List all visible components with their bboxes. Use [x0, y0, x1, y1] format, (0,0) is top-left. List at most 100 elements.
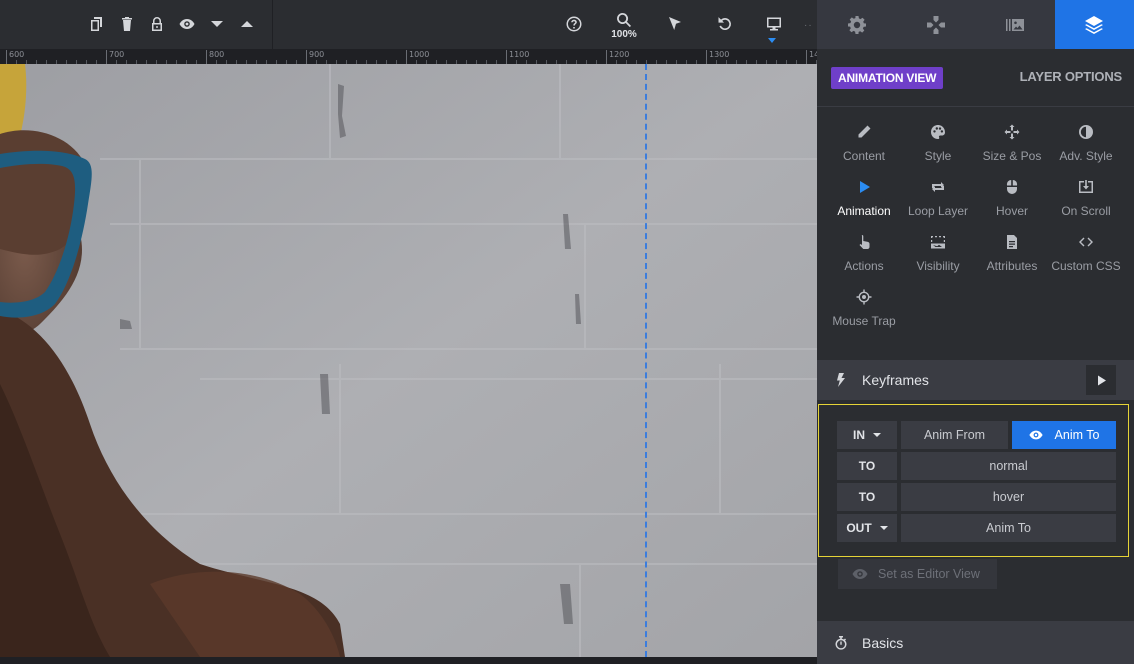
copy-icon[interactable] — [85, 12, 109, 36]
menu-item-loop-layer[interactable]: Loop Layer — [901, 175, 975, 230]
menu-item-label: Animation — [837, 204, 891, 218]
tab-layers[interactable] — [1054, 0, 1134, 49]
mouse-icon — [1006, 179, 1018, 194]
keyframe-type-label: TO — [858, 459, 876, 473]
zoom-level: 100% — [611, 29, 637, 40]
keyframe-type-out-dropdown[interactable]: OUT — [837, 514, 897, 542]
menu-item-on-scroll[interactable]: On Scroll — [1049, 175, 1123, 230]
set-as-editor-view-button[interactable]: Set as Editor View — [838, 559, 997, 589]
menu-item-actions[interactable]: Actions — [827, 230, 901, 285]
palette-icon — [931, 125, 945, 139]
caret-down-icon[interactable] — [205, 12, 229, 36]
top-toolbar: 100% ·· — [0, 0, 817, 49]
pencil-icon — [858, 125, 871, 139]
keyframe-row-in: IN Anim From Anim To — [837, 421, 1116, 449]
keyframes-title: Keyframes — [862, 372, 929, 388]
scroll-download-icon — [1079, 180, 1093, 193]
menu-item-label: Size & Pos — [982, 149, 1042, 163]
ruler-label: 700 — [109, 50, 125, 59]
help-icon[interactable] — [562, 12, 586, 36]
visibility-icon — [931, 236, 945, 249]
desktop-icon[interactable] — [762, 12, 786, 36]
layer-options-title: LAYER OPTIONS — [1019, 69, 1123, 84]
menu-item-custom-css[interactable]: Custom CSS — [1049, 230, 1123, 285]
tab-navigation[interactable] — [896, 0, 976, 49]
undo-icon[interactable] — [713, 12, 737, 36]
menu-item-label: Adv. Style — [1059, 149, 1113, 163]
active-device-indicator — [768, 38, 776, 43]
ruler-major-tick — [806, 50, 807, 64]
canvas-bottom-bar — [0, 657, 817, 664]
keyframe-cell-label: Anim To — [986, 521, 1031, 535]
keyframe-anim-from[interactable]: Anim From — [901, 421, 1008, 449]
menu-item-label: Visibility — [916, 259, 960, 273]
keyframe-type-in-dropdown[interactable]: IN — [837, 421, 897, 449]
keyframe-normal[interactable]: normal — [901, 452, 1116, 480]
menu-item-size-pos[interactable]: Size & Pos — [975, 120, 1049, 175]
horizontal-ruler: 600 700 800 900 1000 1100 1200 1300 14 — [0, 49, 817, 64]
settings-panel: ANIMATION VIEW LAYER OPTIONS Content Sty… — [817, 0, 1134, 664]
menu-item-animation[interactable]: Animation — [827, 175, 901, 230]
play-keyframes-button[interactable] — [1086, 365, 1116, 395]
ruler-major-tick — [206, 50, 207, 64]
ruler-major-tick — [106, 50, 107, 64]
ruler-major-tick — [306, 50, 307, 64]
ruler-label: 800 — [209, 50, 225, 59]
visibility-icon[interactable] — [175, 12, 199, 36]
menu-item-content[interactable]: Content — [827, 120, 901, 175]
ruler-major-tick — [706, 50, 707, 64]
keyframe-type-label: TO — [858, 490, 876, 504]
more-dots-icon: ·· — [804, 20, 813, 31]
stopwatch-icon — [835, 635, 847, 650]
eye-icon — [852, 569, 868, 579]
ruler-label: 1300 — [709, 50, 730, 59]
guide-line[interactable] — [645, 64, 647, 657]
menu-item-attributes[interactable]: Attributes — [975, 230, 1049, 285]
view-header: ANIMATION VIEW LAYER OPTIONS — [817, 49, 1134, 107]
eye-icon — [1028, 430, 1043, 440]
ruler-label: 1200 — [609, 50, 630, 59]
ruler-major-tick — [506, 50, 507, 64]
keyframe-out-anim-to[interactable]: Anim To — [901, 514, 1116, 542]
tab-media-library[interactable] — [975, 0, 1055, 49]
keyframe-hover[interactable]: hover — [901, 483, 1116, 511]
ruler-label: 1000 — [409, 50, 430, 59]
chevron-down-icon — [873, 433, 881, 437]
basics-section-header[interactable]: Basics — [817, 621, 1134, 664]
menu-item-adv-style[interactable]: Adv. Style — [1049, 120, 1123, 175]
keyframe-type-to[interactable]: TO — [837, 483, 897, 511]
keyframe-row-hover: TO hover — [837, 483, 1116, 511]
menu-item-label: Actions — [844, 259, 884, 273]
menu-item-label: Mouse Trap — [832, 314, 896, 328]
code-icon — [1079, 237, 1093, 247]
menu-item-label: On Scroll — [1061, 204, 1111, 218]
lock-icon[interactable] — [145, 12, 169, 36]
ruler-major-tick — [606, 50, 607, 64]
menu-item-mouse-trap[interactable]: Mouse Trap — [827, 285, 901, 340]
delete-icon[interactable] — [115, 12, 139, 36]
ruler-label: 600 — [9, 50, 25, 59]
menu-item-visibility[interactable]: Visibility — [901, 230, 975, 285]
keyframe-cell-label: Anim To — [1054, 428, 1100, 442]
keyframe-type-to[interactable]: TO — [837, 452, 897, 480]
menu-item-label: Attributes — [986, 259, 1038, 273]
select-cursor-icon[interactable] — [663, 12, 687, 36]
contrast-icon — [1079, 125, 1093, 139]
menu-item-style[interactable]: Style — [901, 120, 975, 175]
keyframes-section-header[interactable]: Keyframes — [817, 360, 1134, 400]
layers-icon — [1085, 15, 1104, 34]
editor-view-label: Set as Editor View — [878, 567, 980, 581]
chevron-down-icon — [879, 526, 888, 530]
caret-up-icon[interactable] — [235, 12, 259, 36]
tab-settings[interactable] — [817, 0, 897, 49]
menu-item-label: Custom CSS — [1051, 259, 1121, 273]
keyframe-anim-to-active[interactable]: Anim To — [1012, 421, 1116, 449]
keyframe-cell-label: normal — [989, 459, 1028, 473]
slide-canvas[interactable] — [0, 64, 817, 657]
keyframe-type-label: IN — [853, 428, 865, 442]
animation-view-badge[interactable]: ANIMATION VIEW — [831, 67, 944, 89]
keyframes-list: IN Anim From Anim To TO normal TO hover … — [818, 404, 1129, 557]
background-image — [0, 64, 817, 657]
menu-item-label: Style — [924, 149, 952, 163]
menu-item-hover[interactable]: Hover — [975, 175, 1049, 230]
